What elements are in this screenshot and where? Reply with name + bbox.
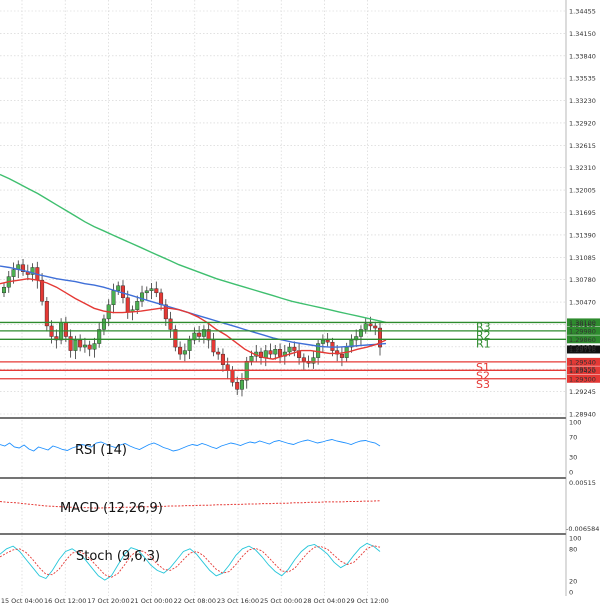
- stoch-tick-label: 20: [569, 578, 577, 586]
- candle-body: [273, 348, 278, 355]
- candle-body: [178, 346, 183, 355]
- price-tick-label: 1.30165: [569, 321, 596, 329]
- candle-body: [182, 350, 187, 355]
- price-tick-label: 1.31390: [569, 231, 596, 239]
- time-tick-label: 29 Oct 12:00: [346, 597, 388, 605]
- macd-tick-label: -0.006584: [566, 525, 599, 533]
- price-tick-label: 1.29245: [569, 388, 596, 396]
- time-tick-label: 22 Oct 08:00: [174, 597, 216, 605]
- candle-body: [135, 301, 140, 310]
- candle-body: [292, 346, 297, 351]
- price-tick-label: 1.28940: [569, 411, 596, 419]
- time-tick-label: 21 Oct 00:00: [130, 597, 172, 605]
- rsi-tick-label: 100: [569, 419, 581, 427]
- candle-body: [87, 344, 92, 350]
- candle-body: [235, 382, 240, 390]
- candle-body: [278, 348, 283, 357]
- candle-body: [2, 286, 6, 294]
- macd-tick-label: 0.00515: [569, 479, 596, 487]
- candle-body: [220, 353, 225, 365]
- price-tick-label: 1.29860: [569, 343, 596, 351]
- candle-body: [97, 329, 102, 344]
- candle-body: [120, 285, 125, 298]
- candle-body: [187, 339, 192, 351]
- candle-body: [68, 336, 73, 351]
- candle-body: [197, 332, 202, 337]
- candle-body: [368, 323, 373, 327]
- candle-body: [163, 304, 168, 320]
- price-tick-label: 1.34150: [569, 30, 596, 38]
- rsi-tick-label: 30: [569, 454, 577, 462]
- time-tick-label: 25 Oct 00:00: [260, 597, 302, 605]
- price-tick-label: 1.32920: [569, 119, 596, 127]
- candle-body: [92, 343, 97, 350]
- candle-body: [287, 346, 292, 353]
- candle-body: [268, 350, 273, 355]
- candle-body: [249, 356, 254, 362]
- price-tick-label: 1.33230: [569, 97, 596, 105]
- candle-body: [320, 339, 325, 344]
- candle-body: [230, 370, 235, 383]
- candle-body: [325, 339, 330, 343]
- candle-body: [301, 357, 306, 362]
- price-tick-label: 1.33535: [569, 75, 596, 83]
- price-tick-label: 1.32615: [569, 142, 596, 150]
- rsi-label: RSI (14): [75, 443, 127, 458]
- candle-body: [149, 288, 154, 291]
- candle-body: [111, 290, 116, 306]
- price-tick-label: 1.31085: [569, 254, 596, 262]
- candle-body: [168, 318, 173, 330]
- price-tick-label: 1.29555: [569, 366, 596, 374]
- candle-body: [211, 339, 216, 353]
- candle-body: [116, 285, 121, 291]
- price-tick-label: 1.32005: [569, 187, 596, 195]
- candle-body: [154, 288, 159, 294]
- time-tick-label: 16 Oct 12:00: [44, 597, 86, 605]
- time-tick-label: 15 Oct 04:00: [1, 597, 43, 605]
- candle-body: [140, 292, 145, 302]
- forex-chart: 1.30100R3 1.29980R2 1.29860R11.29540S1 1.29…: [0, 0, 600, 607]
- candle-body: [11, 269, 16, 277]
- candle-body: [73, 339, 78, 351]
- stoch-tick-label: 100: [569, 535, 581, 543]
- stoch-label: Stoch (9,6,3): [76, 549, 160, 564]
- price-tick-label: 1.30780: [569, 276, 596, 284]
- level-label-s3: S3: [476, 378, 490, 391]
- candle-body: [263, 350, 268, 358]
- rsi-tick-label: 0: [569, 469, 573, 477]
- macd-label: MACD (12,26,9): [60, 501, 163, 516]
- candle-body: [159, 292, 164, 306]
- candle-body: [40, 279, 45, 302]
- candle-body: [173, 329, 178, 348]
- candle-body: [239, 379, 244, 390]
- candle-body: [144, 290, 149, 294]
- candle-body: [63, 322, 68, 337]
- price-tick-label: 1.32310: [569, 164, 596, 172]
- stoch-tick-label: 0: [569, 589, 573, 597]
- candle-body: [363, 323, 368, 330]
- candle-body: [101, 318, 106, 330]
- time-axis: 15 Oct 04:00 16 Oct 12:00 17 Oct 20:00 21 O…: [1, 597, 389, 605]
- candle-body: [225, 364, 230, 371]
- candle-body: [330, 341, 335, 351]
- rsi-tick-label: 70: [569, 434, 577, 442]
- price-tick-label: 1.31695: [569, 209, 596, 217]
- level-label-r1: R1: [476, 337, 491, 350]
- candle-body: [78, 339, 83, 348]
- time-tick-label: 28 Oct 04:00: [303, 597, 345, 605]
- candle-body: [125, 297, 130, 313]
- time-tick-label: 23 Oct 16:00: [217, 597, 259, 605]
- level-value-s3: 1.29300: [569, 375, 596, 383]
- candle-body: [216, 351, 221, 355]
- time-tick-label: 17 Oct 20:00: [87, 597, 129, 605]
- price-tick-label: 1.30470: [569, 299, 596, 307]
- candle-body: [373, 325, 378, 329]
- candle-body: [82, 344, 87, 348]
- candle-body: [339, 353, 344, 358]
- price-tick-label: 1.34455: [569, 8, 596, 16]
- stoch-tick-label: 80: [569, 545, 577, 553]
- price-tick-label: 1.33840: [569, 52, 596, 60]
